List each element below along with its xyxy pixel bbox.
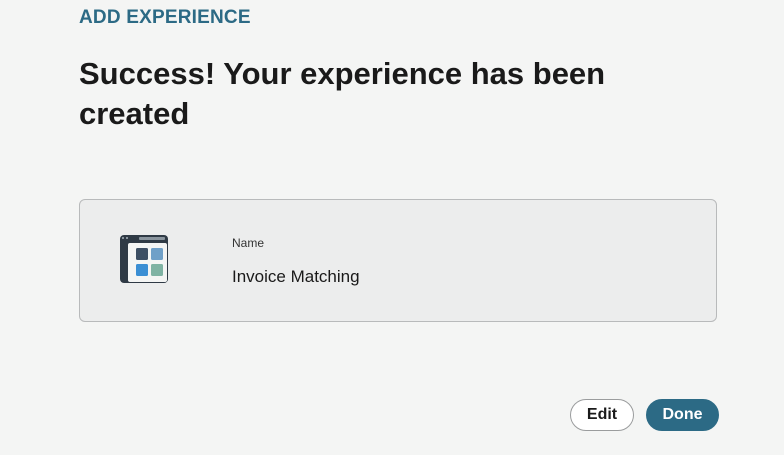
page-title: Success! Your experience has been create…: [79, 56, 606, 131]
page-eyebrow: ADD EXPERIENCE: [79, 7, 251, 28]
success-page: ADD EXPERIENCE Success! Your experience …: [0, 0, 784, 455]
app-grid-icon: [120, 235, 168, 283]
name-field-value: Invoice Matching: [232, 267, 360, 286]
name-field-label: Name: [232, 236, 265, 250]
edit-button[interactable]: Edit: [570, 399, 634, 431]
done-button[interactable]: Done: [646, 399, 719, 431]
experience-card: Name Invoice Matching: [79, 199, 717, 322]
